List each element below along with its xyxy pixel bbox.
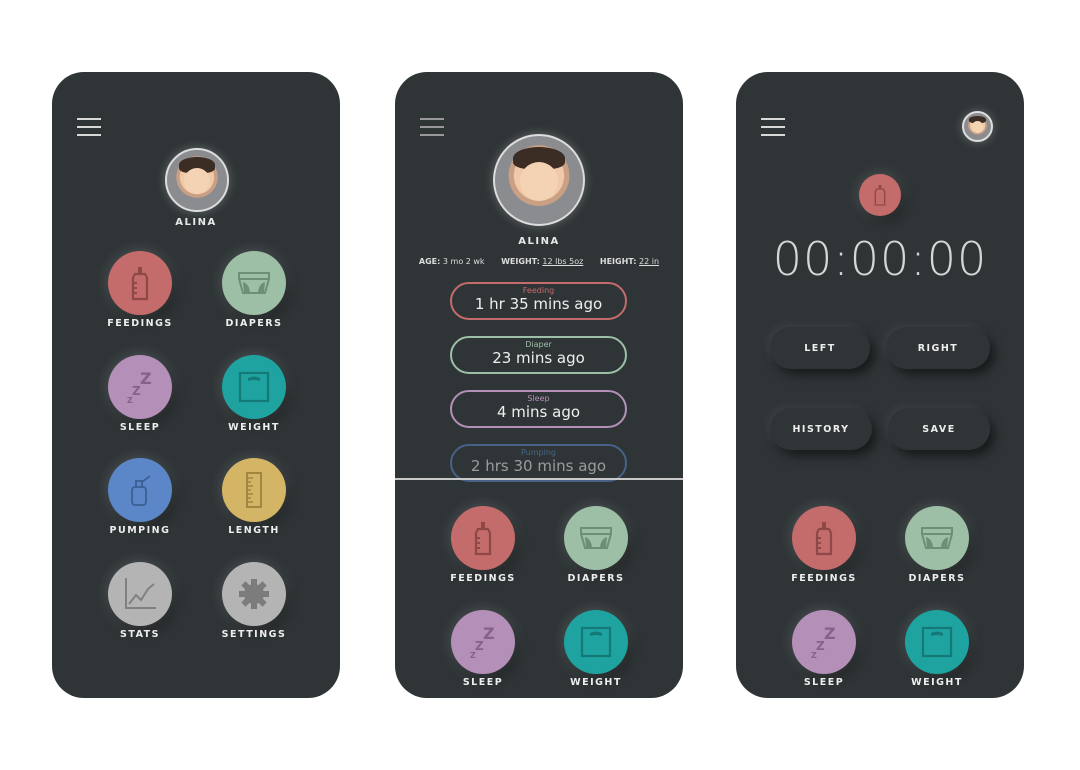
baby-stats: AGE: 3 mo 2 wk WEIGHT: 12 lbs 5oz HEIGHT…	[395, 257, 683, 266]
svg-text:Z: Z	[824, 624, 836, 643]
feedings-button[interactable]	[451, 506, 515, 570]
event-title: Sleep	[527, 394, 550, 403]
profile-name: ALINA	[175, 217, 217, 228]
diapers-last-event[interactable]: Diaper 23 mins ago	[450, 336, 627, 374]
menu-icon[interactable]	[761, 118, 785, 136]
event-time: 2 hrs 30 mins ago	[470, 457, 607, 475]
diapers-button[interactable]	[222, 251, 286, 315]
profile-name: ALINA	[518, 236, 560, 247]
avatar[interactable]	[962, 111, 993, 142]
feeding-timer-screen: 00:00:00 LEFT RIGHT HISTORY SAVE FEEDING…	[736, 72, 1024, 698]
ruler-icon	[246, 472, 262, 508]
svg-text:Z: Z	[483, 624, 495, 643]
height-label: HEIGHT:	[599, 257, 637, 266]
diapers-label: DIAPERS	[567, 573, 625, 584]
scale-icon	[580, 626, 612, 658]
svg-text:Z: Z	[140, 369, 152, 388]
sleep-label: SLEEP	[462, 677, 504, 688]
svg-text:Z: Z	[132, 384, 141, 398]
pumping-button[interactable]	[108, 458, 172, 522]
weight-label: WEIGHT:	[501, 257, 540, 266]
baby-bottle-icon	[815, 522, 833, 556]
feedings-label: FEEDINGS	[450, 573, 516, 584]
menu-icon[interactable]	[420, 118, 444, 136]
feeding-indicator	[859, 174, 901, 216]
dashboard-screen: ALINA AGE: 3 mo 2 wk WEIGHT: 12 lbs 5oz …	[395, 72, 683, 698]
diapers-button[interactable]	[905, 506, 969, 570]
length-button[interactable]	[222, 458, 286, 522]
save-button[interactable]: SAVE	[888, 408, 990, 450]
baby-bottle-icon	[474, 522, 492, 556]
avatar[interactable]	[165, 148, 229, 212]
diapers-button[interactable]	[564, 506, 628, 570]
sleep-button[interactable]: ZZZ	[792, 610, 856, 674]
baby-bottle-icon	[874, 185, 886, 206]
sleep-label: SLEEP	[119, 422, 161, 433]
stats-button[interactable]	[108, 562, 172, 626]
event-time: 23 mins ago	[492, 349, 585, 367]
feedings-button[interactable]	[108, 251, 172, 315]
menu-icon[interactable]	[77, 118, 101, 136]
svg-text:Z: Z	[127, 396, 133, 405]
scale-icon	[238, 371, 270, 403]
svg-text:Z: Z	[475, 639, 484, 653]
home-screen: ALINA FEEDINGS DIAPERS Z Z Z SLEEP WEIGHT PUMPI…	[52, 72, 340, 698]
event-title: Diaper	[525, 340, 552, 349]
breast-pump-icon	[131, 475, 151, 506]
feedings-last-event[interactable]: Feeding 1 hr 35 mins ago	[450, 282, 627, 320]
sleep-button[interactable]: ZZZ	[451, 610, 515, 674]
zzz-icon: ZZZ	[811, 624, 836, 660]
weight-label: WEIGHT	[911, 677, 963, 688]
diapers-label: DIAPERS	[225, 318, 283, 329]
length-label: LENGTH	[228, 525, 280, 536]
settings-label: SETTINGS	[221, 629, 287, 640]
weight-label: WEIGHT	[570, 677, 622, 688]
weight-button[interactable]	[222, 355, 286, 419]
event-time: 1 hr 35 mins ago	[474, 295, 603, 313]
chart-icon	[125, 578, 156, 609]
pumping-last-event[interactable]: Pumping 2 hrs 30 mins ago	[450, 444, 627, 482]
divider	[395, 478, 683, 480]
history-button[interactable]: HISTORY	[770, 408, 872, 450]
age-label: AGE:	[418, 257, 441, 266]
scale-icon	[921, 626, 953, 658]
diaper-icon	[921, 527, 953, 549]
svg-text:Z: Z	[811, 651, 817, 660]
baby-bottle-icon	[131, 267, 149, 301]
pumping-label: PUMPING	[109, 525, 171, 536]
weight-button[interactable]	[905, 610, 969, 674]
height-value[interactable]: 22 in	[639, 257, 659, 266]
avatar[interactable]	[493, 134, 585, 226]
event-title: Feeding	[522, 286, 555, 295]
svg-text:Z: Z	[470, 651, 476, 660]
weight-label: WEIGHT	[228, 422, 280, 433]
diaper-icon	[580, 527, 612, 549]
svg-text:Z: Z	[816, 639, 825, 653]
gear-icon	[239, 579, 269, 609]
sleep-button[interactable]: ZZZ	[108, 355, 172, 419]
feedings-label: FEEDINGS	[107, 318, 173, 329]
left-button[interactable]: LEFT	[770, 327, 870, 369]
diapers-label: DIAPERS	[908, 573, 966, 584]
weight-value[interactable]: 12 lbs 5oz	[542, 257, 583, 266]
feedings-label: FEEDINGS	[791, 573, 857, 584]
timer-display: 00:00:00	[772, 232, 988, 286]
diaper-icon	[238, 272, 270, 294]
stats-label: STATS	[119, 629, 161, 640]
event-title: Pumping	[521, 448, 556, 457]
sleep-last-event[interactable]: Sleep 4 mins ago	[450, 390, 627, 428]
zzz-icon: ZZZ	[470, 624, 495, 660]
right-button[interactable]: RIGHT	[886, 327, 990, 369]
feedings-button[interactable]	[792, 506, 856, 570]
sleep-label: SLEEP	[803, 677, 845, 688]
weight-button[interactable]	[564, 610, 628, 674]
age-value: 3 mo 2 wk	[442, 257, 485, 266]
zzz-icon: ZZZ	[127, 369, 152, 405]
event-time: 4 mins ago	[496, 403, 581, 421]
settings-button[interactable]	[222, 562, 286, 626]
